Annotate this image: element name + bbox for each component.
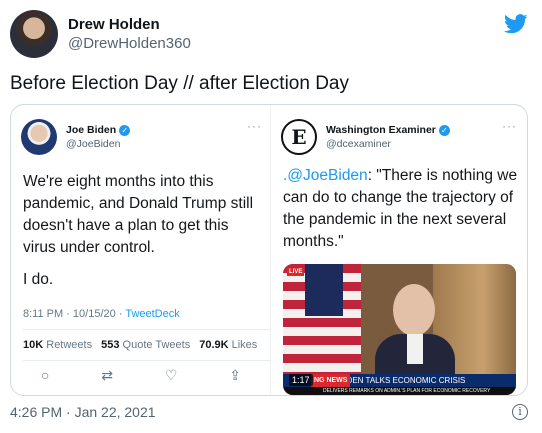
like-icon: ♡ — [164, 367, 178, 383]
verified-badge-icon: ✓ — [119, 124, 131, 136]
joe-biden-avatar — [21, 119, 57, 155]
live-badge: LIVE — [287, 268, 305, 276]
retweets-label: Retweets — [46, 339, 93, 351]
embedded-author-info: Joe Biden ✓ @JoeBiden — [66, 123, 131, 151]
network-tag: NG NEWS — [311, 374, 351, 387]
embedded-tweet-body: .@JoeBiden: "There is nothing we can do … — [283, 165, 518, 253]
video-thumbnail: LIVE BIDEN TALKS ECONOMIC CRISIS NG NEWS… — [283, 264, 516, 395]
author-name[interactable]: Drew Holden — [68, 15, 191, 34]
embedded-author-name-row: Washington Examiner ✓ — [326, 123, 450, 137]
speaker-shirt — [407, 334, 423, 364]
embedded-author-handle: @dcexaminer — [326, 138, 391, 150]
embedded-author-handle: @JoeBiden — [66, 138, 121, 150]
embedded-tweet-header: Joe Biden ✓ @JoeBiden — [21, 119, 131, 155]
retweets-count: 10K — [23, 339, 44, 351]
likes-stat: 70.9K Likes — [199, 339, 257, 351]
embedded-author-name-row: Joe Biden ✓ — [66, 123, 131, 137]
embedded-tweet-stats: 10K Retweets 553 Quote Tweets 70.9K Like… — [23, 339, 257, 351]
more-options-icon: ··· — [502, 119, 517, 133]
author-handle[interactable]: @DrewHolden360 — [68, 34, 191, 53]
share-icon: ⇪ — [229, 367, 241, 383]
mention-link: .@JoeBiden — [283, 167, 368, 184]
screenshot-washington-examiner-tweet[interactable]: E Washington Examiner ✓ @dcexaminer ··· … — [271, 105, 527, 395]
tweet-timestamp[interactable]: 4:26 PM · Jan 22, 2021 — [10, 404, 156, 420]
embedded-tweet-actions: ○ ⇄ ♡ ⇪ — [41, 367, 241, 384]
tweet-media[interactable]: Joe Biden ✓ @JoeBiden ··· We're eight mo… — [10, 104, 528, 396]
embedded-tweet-paragraph: We're eight months into this pandemic, a… — [23, 173, 254, 256]
quote-tweets-stat: 553 Quote Tweets — [101, 339, 190, 351]
embedded-tweet-time: 8:11 PM · 10/15/20 · — [23, 308, 126, 320]
news-subline: DELIVERS REMARKS ON ADMIN.'S PLAN FOR EC… — [283, 387, 516, 395]
retweets-stat: 10K Retweets — [23, 339, 92, 351]
twitter-bird-icon[interactable] — [504, 14, 528, 34]
likes-count: 70.9K — [199, 339, 229, 351]
quote-count: 553 — [101, 339, 120, 351]
embedded-author-info: Washington Examiner ✓ @dcexaminer — [326, 123, 450, 151]
screenshot-joe-biden-tweet[interactable]: Joe Biden ✓ @JoeBiden ··· We're eight mo… — [11, 105, 271, 395]
retweet-icon: ⇄ — [101, 367, 114, 383]
likes-label: Likes — [231, 339, 258, 351]
flag-canton — [305, 264, 343, 316]
embedded-tweet-body: We're eight months into this pandemic, a… — [23, 171, 263, 301]
reply-icon: ○ — [41, 367, 50, 383]
author-avatar[interactable] — [10, 10, 58, 58]
tweet-header: Drew Holden @DrewHolden360 — [10, 10, 191, 58]
tweet-card: Drew Holden @DrewHolden360 Before Electi… — [0, 0, 542, 433]
author-info: Drew Holden @DrewHolden360 — [68, 15, 191, 53]
quote-label: Quote Tweets — [122, 339, 191, 351]
speaker-head — [393, 284, 435, 336]
divider — [23, 360, 270, 361]
more-options-icon: ··· — [247, 119, 262, 133]
embedded-author-name: Washington Examiner — [326, 124, 436, 136]
verified-badge-icon: ✓ — [438, 124, 450, 136]
embedded-author-name: Joe Biden — [66, 124, 117, 136]
washington-examiner-logo: E — [281, 119, 317, 155]
embedded-tweet-meta: 8:11 PM · 10/15/20 · TweetDeck — [23, 308, 180, 320]
video-duration: 1:17 — [289, 374, 313, 386]
divider — [23, 329, 270, 330]
embedded-tweet-client: TweetDeck — [125, 308, 180, 320]
info-icon[interactable]: i — [512, 404, 528, 420]
embedded-tweet-paragraph: I do. — [23, 271, 54, 288]
tweet-body-text: Before Election Day // after Election Da… — [10, 73, 349, 94]
embedded-tweet-header: E Washington Examiner ✓ @dcexaminer — [281, 119, 450, 155]
